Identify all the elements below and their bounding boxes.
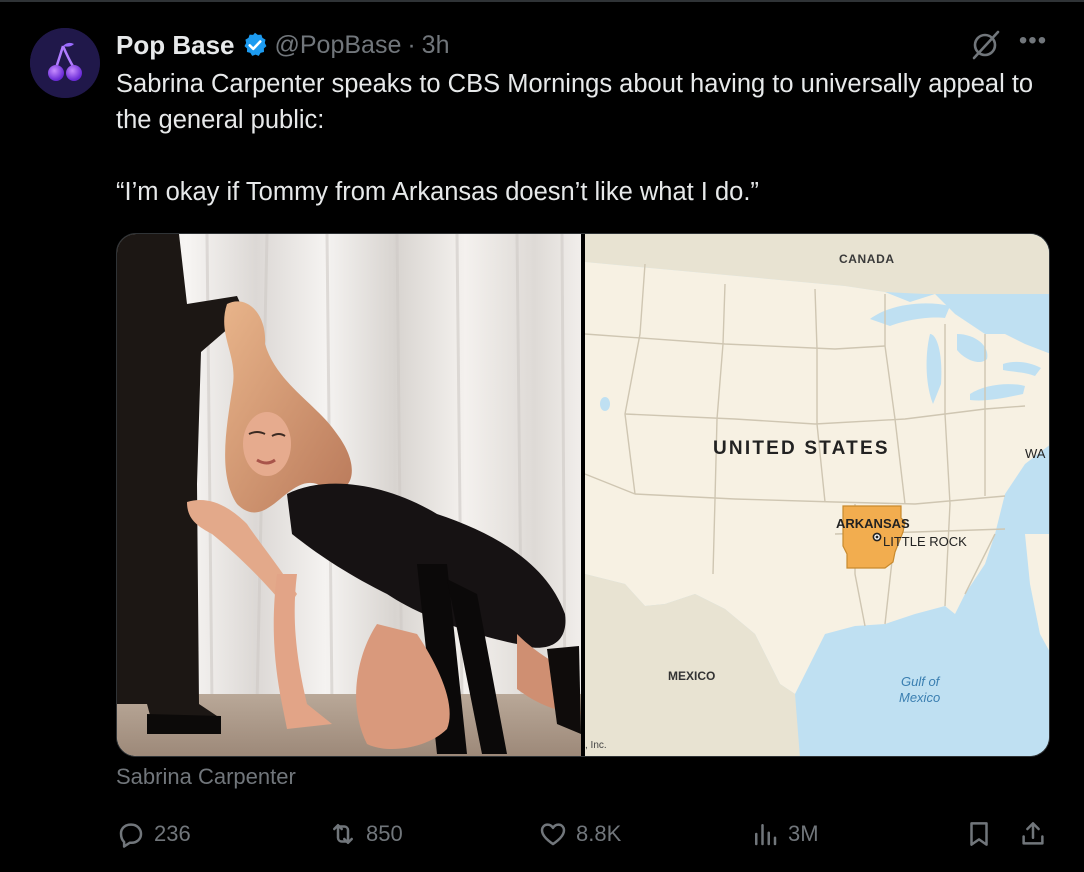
map-label-gulf-2: Mexico — [899, 690, 941, 705]
map-label-gulf-1: Gulf of — [901, 674, 940, 689]
avatar[interactable] — [30, 28, 100, 98]
map-label-united-states: UNITED STATES — [713, 438, 890, 459]
reply-icon — [119, 823, 143, 848]
separator-dot: · — [407, 30, 416, 59]
views-count: 3M — [788, 821, 819, 846]
repost-button[interactable]: 850 — [328, 814, 403, 854]
author-handle[interactable]: @PopBase — [275, 31, 402, 60]
map-label-little-rock: LITTLE ROCK — [883, 534, 967, 549]
tweet-actions: 236 850 8.8K 3M — [116, 814, 1050, 854]
tweet-text: Sabrina Carpenter speaks to CBS Mornings… — [116, 66, 1036, 210]
share-button[interactable] — [1018, 814, 1056, 854]
media-caption: Sabrina Carpenter — [116, 764, 296, 789]
top-divider — [0, 0, 1084, 2]
grok-icon[interactable] — [968, 28, 1002, 62]
heart-icon — [540, 823, 566, 846]
views-chart-icon — [755, 824, 777, 846]
tweet-header: Pop Base @PopBase · 3h — [116, 28, 449, 62]
map-credit: , Inc. — [585, 740, 607, 751]
repost-count: 850 — [366, 821, 403, 846]
tweet-text-line1: Sabrina Carpenter speaks to CBS Mornings… — [116, 70, 1041, 134]
map-label-arkansas: ARKANSAS — [836, 516, 910, 531]
reply-count: 236 — [154, 821, 191, 846]
bookmark-icon — [970, 822, 988, 846]
author-name[interactable]: Pop Base — [116, 30, 235, 61]
reply-button[interactable]: 236 — [116, 814, 191, 854]
map-label-mexico: MEXICO — [668, 669, 716, 683]
share-icon — [1022, 822, 1044, 845]
map-label-canada: CANADA — [839, 252, 895, 266]
like-button[interactable]: 8.8K — [538, 814, 621, 854]
cherries-logo-icon — [30, 28, 100, 98]
post-time[interactable]: 3h — [422, 31, 450, 60]
tweet-text-quote: “I’m okay if Tommy from Arkansas doesn’t… — [116, 178, 759, 206]
more-options-icon[interactable]: ••• — [1016, 26, 1050, 60]
verified-badge-icon[interactable] — [241, 31, 269, 59]
views-button[interactable]: 3M — [750, 814, 819, 854]
media-grid[interactable]: CANADA UNITED STATES WA ARKANSAS LITTLE … — [116, 233, 1050, 757]
map-arkansas[interactable]: CANADA UNITED STATES WA ARKANSAS LITTLE … — [585, 234, 1049, 756]
media-divider — [581, 234, 585, 756]
map-label-edge: WA — [1025, 446, 1046, 461]
bookmark-button[interactable] — [964, 814, 1002, 854]
like-count: 8.8K — [576, 821, 622, 846]
repost-icon — [333, 824, 353, 844]
photo-sabrina-carpenter[interactable] — [117, 234, 581, 756]
